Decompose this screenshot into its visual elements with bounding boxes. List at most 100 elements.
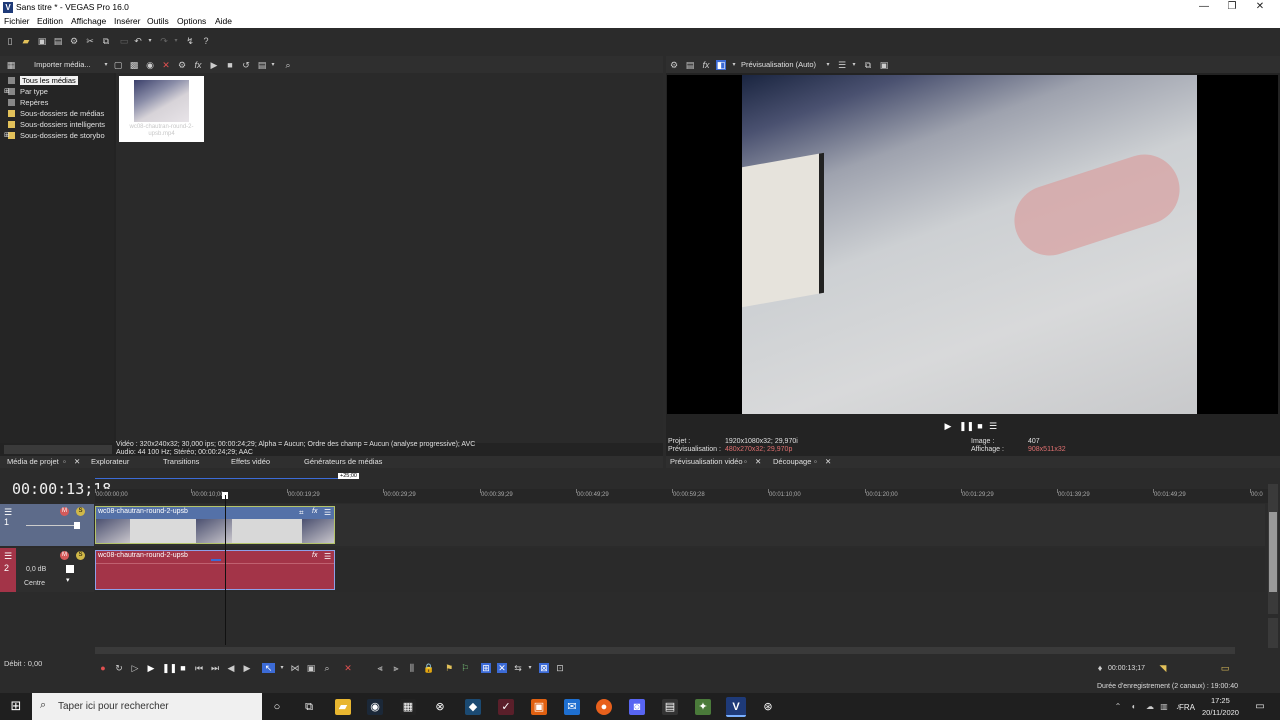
preview-fx-icon[interactable]: fx (701, 60, 711, 70)
time-ruler[interactable]: 00:00:00;00 00:00:10;00 00:00:19;29 00:0… (95, 489, 1270, 503)
clip-menu-icon[interactable]: ☰ (324, 508, 331, 517)
next-frame-icon[interactable]: ▶ (242, 663, 252, 673)
tab-close-icon[interactable]: ✕ (74, 457, 80, 466)
tree-scrollbar[interactable] (4, 445, 112, 454)
timeline-hscrollbar[interactable] (95, 647, 1235, 654)
selection-tool-icon[interactable]: ▣ (306, 663, 316, 673)
overlays-icon[interactable]: ☰ (837, 60, 847, 70)
properties-gear-icon[interactable]: ⚙ (177, 60, 187, 70)
tray-icon[interactable]: ◐ (1126, 699, 1142, 715)
views-dropdown-icon[interactable]: ▾ (268, 60, 278, 70)
app-icon[interactable]: ◆ (465, 699, 481, 715)
clock-date[interactable]: 20/11/2020 (1202, 708, 1239, 717)
expand-icon[interactable]: ⊞ (4, 87, 10, 95)
trim-start-icon[interactable]: ⫷ (375, 663, 385, 673)
help-cursor-icon[interactable]: ? (201, 36, 211, 46)
import-media-button[interactable]: Importer média... (34, 60, 91, 69)
tree-item-media-bins[interactable]: Sous-dossiers de médias (8, 109, 104, 119)
copy-icon[interactable]: ⧉ (101, 36, 111, 46)
solo-icon[interactable]: S (76, 551, 85, 560)
import-dropdown-icon[interactable]: ▾ (101, 60, 111, 70)
tab-transitions[interactable]: Transitions (163, 457, 199, 466)
tab-video-fx[interactable]: Effets vidéo (231, 457, 270, 466)
mail-icon[interactable]: ✉ (564, 699, 580, 715)
menu-outils[interactable]: Outils (147, 16, 169, 26)
play-icon[interactable]: ▶ (209, 60, 219, 70)
windows-start-icon[interactable]: ⊞ (8, 698, 24, 714)
pan-crop-icon[interactable]: ⌗ (299, 508, 304, 518)
expand-icon[interactable]: ⊞ (4, 131, 10, 139)
redo-icon[interactable]: ↷ (159, 36, 169, 46)
app-icon[interactable]: ▦ (400, 699, 416, 715)
record-icon[interactable]: ● (98, 663, 108, 673)
close-button[interactable]: ✕ (1240, 0, 1280, 15)
clock-time[interactable]: 17:25 (1211, 696, 1230, 705)
delete-icon[interactable]: ✕ (343, 663, 353, 673)
stop-icon[interactable]: ■ (178, 663, 188, 673)
web-icon[interactable]: ◉ (145, 60, 155, 70)
new-file-icon[interactable]: ▯ (5, 36, 15, 46)
cut-icon[interactable]: ✂ (85, 36, 95, 46)
capture-icon[interactable]: ▢ (113, 60, 123, 70)
file-explorer-icon[interactable]: ▰ (335, 699, 351, 715)
app-icon[interactable]: ✓ (498, 699, 514, 715)
tab-window-icon[interactable]: ▫ (814, 457, 817, 466)
split-screen-icon[interactable]: ◧ (716, 60, 726, 70)
clip-fx-icon[interactable]: fx (312, 508, 317, 515)
paste-icon[interactable]: ▭ (119, 36, 129, 46)
tab-close-icon[interactable]: ✕ (825, 457, 831, 466)
play-icon[interactable]: ▶ (146, 663, 156, 673)
language-indicator[interactable]: FRA (1179, 703, 1195, 712)
save-icon[interactable]: ▣ (37, 36, 47, 46)
edit-tool-icon[interactable]: ↯ (185, 36, 195, 46)
tab-trimmer[interactable]: Découpage (773, 457, 811, 466)
preview-settings-gear-icon[interactable]: ⚙ (669, 60, 679, 70)
audio-track-lane[interactable]: wc08-chautran-round-2-upsb fx ☰ (95, 548, 1265, 592)
mute-icon[interactable]: M (60, 551, 69, 560)
timeline-zoom-scrollbar[interactable] (1268, 618, 1278, 648)
cortana-icon[interactable]: ○ (269, 699, 285, 715)
timeline-vscrollbar[interactable] (1268, 484, 1278, 614)
loop-icon[interactable]: ↻ (114, 663, 124, 673)
ignore-grouping-icon[interactable]: ⊡ (555, 663, 565, 673)
media-thumbnail[interactable]: wc08-chautran-round-2-upsb.mp4 (119, 76, 204, 142)
get-media-icon[interactable]: ▩ (129, 60, 139, 70)
preview-pause-icon[interactable]: ❚❚ (959, 421, 974, 431)
edit-tool-icon[interactable]: ↖ (262, 663, 275, 673)
taskbar-search[interactable]: ⌕ Taper ici pour rechercher (32, 693, 262, 720)
redo-dropdown-icon[interactable]: ▾ (171, 36, 181, 46)
menu-fichier[interactable]: Fichier (4, 16, 30, 26)
quality-dropdown-icon[interactable]: ▾ (823, 60, 833, 70)
trim-end-icon[interactable]: ⫸ (391, 663, 401, 673)
tab-explorer[interactable]: Explorateur (91, 457, 129, 466)
snap-icon[interactable]: ⊞ (481, 663, 491, 673)
opacity-slider-handle[interactable] (74, 522, 80, 529)
go-to-end-icon[interactable]: ⏭ (210, 663, 220, 673)
split-dropdown-icon[interactable]: ▾ (729, 60, 739, 70)
go-to-start-icon[interactable]: ⏮ (194, 663, 204, 673)
menu-affichage[interactable]: Affichage (71, 16, 106, 26)
preview-play-icon[interactable]: ▶ (943, 421, 953, 431)
device-icon[interactable]: ▤ (685, 60, 695, 70)
task-view-icon[interactable]: ⧉ (301, 699, 317, 715)
tab-video-preview[interactable]: Prévisualisation vidéo (670, 457, 743, 466)
marker-icon[interactable]: ⚑ (444, 663, 454, 673)
remove-icon[interactable]: ✕ (161, 60, 171, 70)
save-as-icon[interactable]: ▤ (53, 36, 63, 46)
tab-media-generators[interactable]: Générateurs de médias (304, 457, 382, 466)
tab-window-icon[interactable]: ▫ (63, 457, 66, 466)
auto-crossfade-icon[interactable]: ✕ (497, 663, 507, 673)
settings-gear-icon[interactable]: ⚙ (69, 36, 79, 46)
video-track-header[interactable]: ☰ 1 M S (0, 504, 94, 546)
clip-fx-icon[interactable]: fx (312, 552, 317, 559)
envelope-tool-icon[interactable]: ⋈ (290, 663, 300, 673)
opacity-slider[interactable] (26, 525, 78, 526)
zoom-tool-icon[interactable]: ⌕ (322, 663, 332, 673)
views-icon[interactable]: ▤ (257, 60, 267, 70)
menu-options[interactable]: Options (177, 16, 206, 26)
split-icon[interactable]: ⫼ (407, 663, 417, 673)
tree-item-smart-bins[interactable]: Sous-dossiers intelligents (8, 120, 105, 130)
audio-track-header[interactable]: ☰ 2 M S 0,0 dB Centre ▾ (0, 548, 94, 592)
search-zoom-icon[interactable]: ⌕ (283, 60, 293, 70)
auto-preview-icon[interactable]: ↺ (241, 60, 251, 70)
